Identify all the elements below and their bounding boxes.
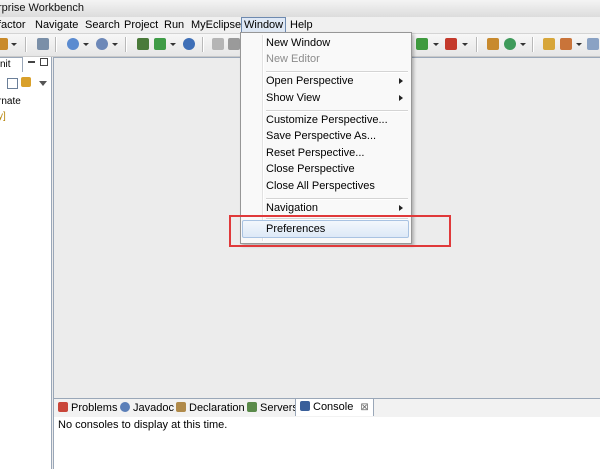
menu-item-open-perspective[interactable]: Open Perspective xyxy=(266,73,353,89)
bottom-view-tabs: Problems Javadoc Declaration Servers Con… xyxy=(53,398,600,418)
tab-label: nit xyxy=(0,59,11,70)
toolbar-separator xyxy=(476,37,478,52)
menu-navigate[interactable]: Navigate xyxy=(35,18,78,32)
toolbar-separator xyxy=(532,37,534,52)
tab-console[interactable]: Console ⊠ xyxy=(295,399,374,416)
search-icon[interactable] xyxy=(228,38,240,50)
menu-refactor[interactable]: factor xyxy=(0,18,26,32)
dropdown-arrow-icon[interactable] xyxy=(576,43,582,46)
declaration-icon xyxy=(176,402,186,412)
tab-label: Problems xyxy=(71,402,118,414)
menu-project[interactable]: Project xyxy=(124,18,158,32)
menu-item-new-window[interactable]: New Window xyxy=(266,35,330,51)
submenu-arrow-icon xyxy=(399,95,403,101)
console-icon xyxy=(300,401,310,411)
menu-item-new-editor: New Editor xyxy=(266,53,320,65)
tab-declaration[interactable]: Declaration xyxy=(176,401,245,415)
tab-label: Servers xyxy=(260,402,298,414)
menu-run[interactable]: Run xyxy=(164,18,184,32)
dropdown-arrow-icon[interactable] xyxy=(112,43,118,46)
menu-myeclipse[interactable]: MyEclipse xyxy=(191,18,241,32)
dropdown-arrow-icon[interactable] xyxy=(11,43,17,46)
view-menu-icon[interactable] xyxy=(39,81,47,86)
collapse-all-icon[interactable] xyxy=(7,78,18,89)
title-bar: rprise Workbench xyxy=(0,0,600,18)
open-folder-icon[interactable] xyxy=(543,38,555,50)
server-icon[interactable] xyxy=(154,38,166,50)
tab-label: Declaration xyxy=(189,402,245,414)
toolbar-separator xyxy=(25,37,27,52)
package-icon[interactable] xyxy=(487,38,499,50)
new-project-icon[interactable] xyxy=(67,38,79,50)
globe-icon[interactable] xyxy=(183,38,195,50)
menu-item-show-view[interactable]: Show View xyxy=(266,90,320,106)
toolbar-separator xyxy=(55,37,57,52)
menu-help[interactable]: Help xyxy=(290,18,313,32)
open-type-icon[interactable] xyxy=(212,38,224,50)
javadoc-icon xyxy=(120,402,130,412)
annotation-icon[interactable] xyxy=(587,38,599,50)
menu-search[interactable]: Search xyxy=(85,18,120,32)
deploy-icon[interactable] xyxy=(137,38,149,50)
console-view: No consoles to display at this time. xyxy=(53,417,600,469)
menu-item-close-all-perspectives[interactable]: Close All Perspectives xyxy=(266,178,375,194)
servers-icon xyxy=(247,402,257,412)
dropdown-arrow-icon[interactable] xyxy=(462,43,468,46)
print-icon[interactable] xyxy=(37,38,49,50)
wand-icon[interactable] xyxy=(560,38,572,50)
menu-item-save-perspective-as[interactable]: Save Perspective As... xyxy=(266,128,376,144)
tab-label: Javadoc xyxy=(133,402,174,414)
dropdown-arrow-icon[interactable] xyxy=(83,43,89,46)
dropdown-arrow-icon[interactable] xyxy=(520,43,526,46)
new-web-project-icon[interactable] xyxy=(96,38,108,50)
minimize-icon[interactable] xyxy=(28,61,35,63)
toolbar-separator xyxy=(125,37,127,52)
tab-javadoc[interactable]: Javadoc xyxy=(120,401,174,415)
submenu-arrow-icon xyxy=(399,205,403,211)
console-message: No consoles to display at this time. xyxy=(58,419,228,431)
package-explorer-panel: rnate y] xyxy=(0,57,52,469)
package-explorer-tab[interactable]: nit xyxy=(0,57,23,72)
new-class-icon[interactable] xyxy=(504,38,516,50)
problems-icon xyxy=(58,402,68,412)
submenu-arrow-icon xyxy=(399,78,403,84)
menu-item-close-perspective[interactable]: Close Perspective xyxy=(266,161,355,177)
menu-item-reset-perspective[interactable]: Reset Perspective... xyxy=(266,145,364,161)
tab-label: Console xyxy=(313,401,354,413)
window-title: rprise Workbench xyxy=(0,2,84,14)
toolbar-separator xyxy=(202,37,204,52)
window-menu-dropdown: New Window New Editor Open Perspective S… xyxy=(240,32,412,244)
menu-item-navigation[interactable]: Navigation xyxy=(266,200,318,216)
maximize-icon[interactable] xyxy=(40,58,48,66)
menu-window[interactable]: Window xyxy=(241,17,287,33)
dropdown-arrow-icon[interactable] xyxy=(170,43,176,46)
tab-problems[interactable]: Problems xyxy=(58,401,117,415)
run-icon[interactable] xyxy=(0,38,8,50)
close-icon[interactable]: ⊠ xyxy=(360,402,368,413)
link-editor-icon[interactable] xyxy=(21,77,31,87)
dropdown-arrow-icon[interactable] xyxy=(433,43,439,46)
debug-icon[interactable] xyxy=(416,38,428,50)
tree-item-label[interactable]: rnate xyxy=(0,96,21,107)
tree-item-label[interactable]: y] xyxy=(0,111,6,122)
menu-item-customize-perspective[interactable]: Customize Perspective... xyxy=(266,112,388,128)
highlight-annotation-box xyxy=(229,215,451,247)
tab-servers[interactable]: Servers xyxy=(247,401,298,415)
stop-icon[interactable] xyxy=(445,38,457,50)
